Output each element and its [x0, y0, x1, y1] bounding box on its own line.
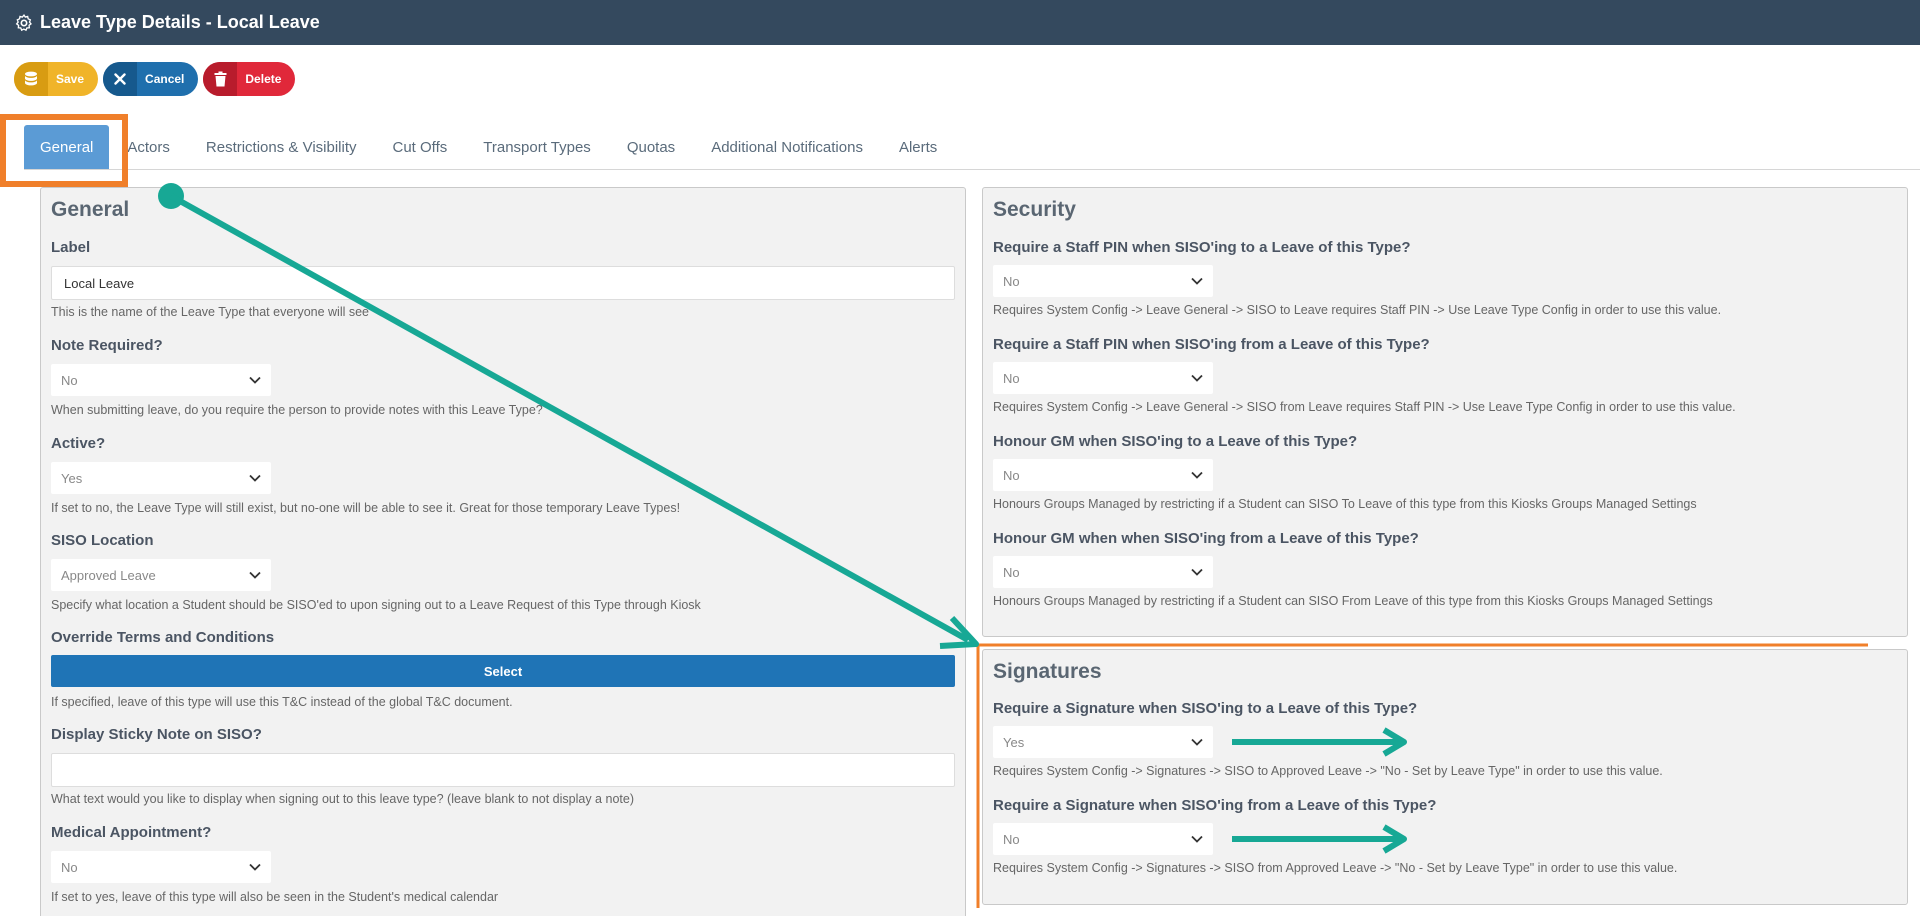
annotation-arrow-line: [169, 193, 970, 643]
annotation-overlay: [158, 183, 1868, 908]
signatures-highlight-bracket: [976, 643, 1868, 908]
